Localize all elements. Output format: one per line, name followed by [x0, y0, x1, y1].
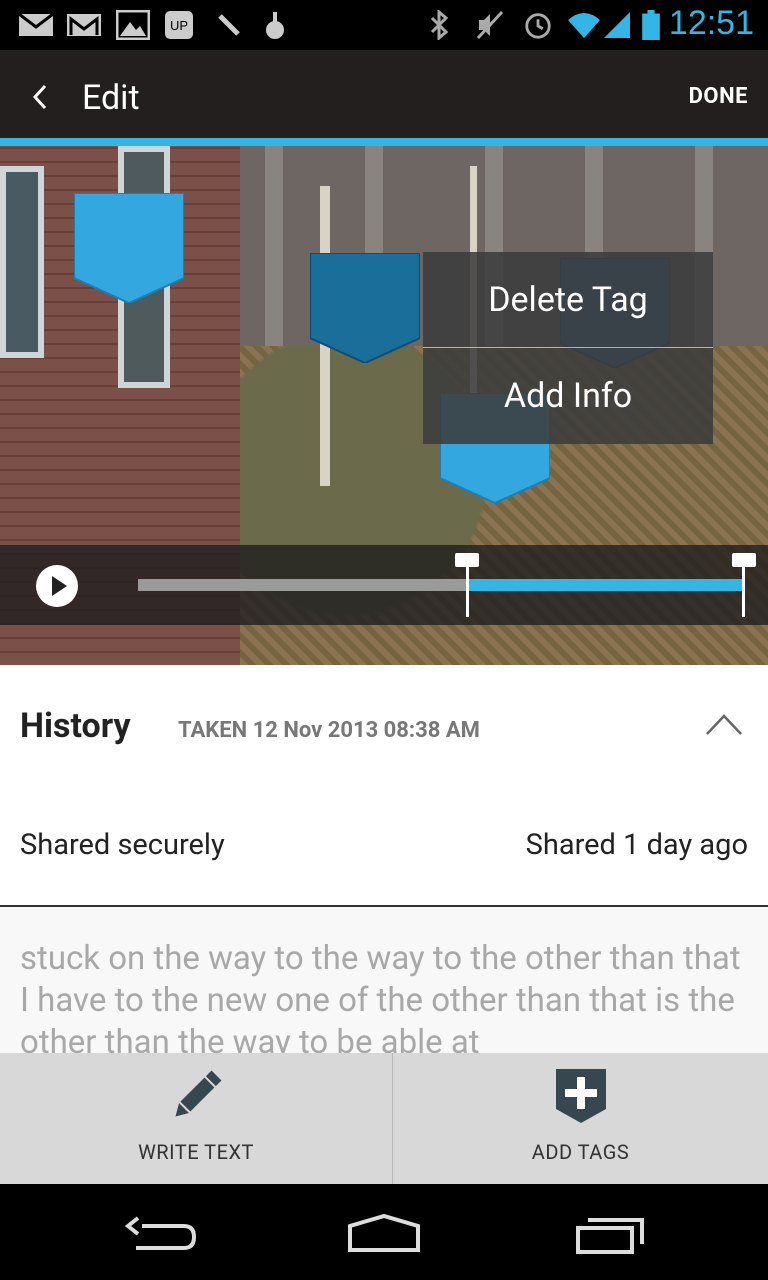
tools-icon [218, 14, 240, 36]
chevron-up-icon[interactable] [704, 710, 744, 738]
voicemail-icon: UP [165, 11, 193, 39]
battery-icon [642, 10, 660, 40]
timeline-track[interactable] [138, 579, 468, 591]
shared-time: Shared 1 day ago [525, 828, 748, 862]
write-text-label: WRITE TEXT [138, 1140, 254, 1164]
tag-marker-icon [310, 253, 420, 363]
add-info-option[interactable]: Add Info [423, 348, 713, 443]
write-text-button[interactable]: WRITE TEXT [0, 1053, 392, 1184]
gmail-icon [18, 12, 54, 36]
add-tag-icon [555, 1069, 606, 1123]
back-button[interactable] [18, 72, 62, 122]
trim-end-handle-stem[interactable] [742, 565, 745, 617]
bluetooth-icon [430, 10, 449, 40]
wifi-icon [568, 13, 600, 38]
add-tags-label: ADD TAGS [531, 1140, 630, 1164]
svg-text:UP: UP [170, 18, 188, 33]
signal-icon [604, 12, 630, 38]
notes-text[interactable]: stuck on the way to the way to the other… [20, 938, 750, 1053]
tag-marker[interactable] [74, 193, 184, 303]
tag-context-menu: Delete Tag Add Info [423, 252, 713, 444]
recents-nav-icon[interactable] [570, 1210, 650, 1260]
taken-timestamp: TAKEN 12 Nov 2013 08:38 AM [178, 718, 480, 743]
play-button[interactable] [36, 565, 78, 607]
delete-tag-option[interactable]: Delete Tag [423, 252, 713, 347]
accent-divider [0, 138, 768, 146]
app-icon [266, 12, 284, 39]
page-title: Edit [82, 78, 140, 118]
trim-start-handle-stem[interactable] [466, 565, 469, 617]
shared-status: Shared securely [20, 828, 225, 862]
alarm-icon [525, 13, 551, 39]
selected-range[interactable] [468, 579, 744, 591]
play-icon [52, 576, 67, 596]
email-icon [67, 14, 101, 36]
history-title: History [20, 706, 131, 746]
clock: 12:51 [668, 4, 754, 42]
tag-marker[interactable] [310, 253, 420, 363]
status-bar: UP 12:51 [0, 0, 768, 50]
mute-icon [476, 10, 504, 40]
pencil-icon [175, 1070, 222, 1117]
done-button[interactable]: DONE [689, 84, 748, 109]
chevron-left-icon [32, 84, 47, 110]
back-nav-icon[interactable] [122, 1210, 202, 1260]
home-nav-icon[interactable] [344, 1210, 424, 1260]
tag-marker-icon [74, 193, 184, 303]
gallery-icon [116, 10, 150, 40]
add-tags-button[interactable]: ADD TAGS [393, 1053, 768, 1184]
